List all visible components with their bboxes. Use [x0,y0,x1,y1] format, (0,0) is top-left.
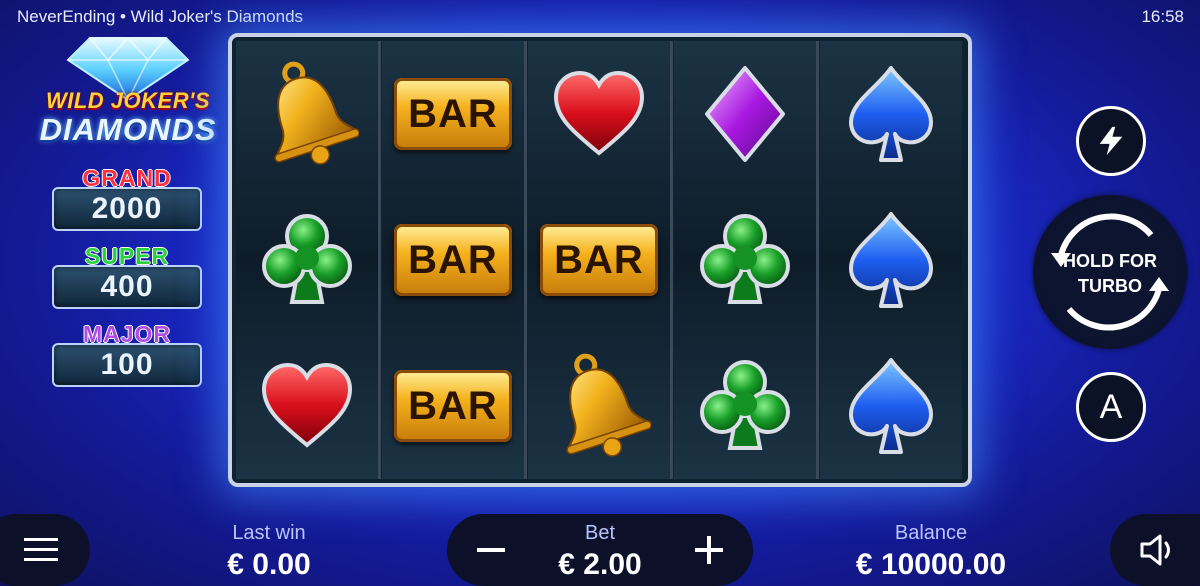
bet-value: € 2.00 [558,548,642,581]
club-icon [262,214,352,304]
balance-label: Balance [894,522,968,544]
reel-separator [378,41,381,479]
jackpot-grand: GRAND 2000 [52,165,202,231]
reel-3: BAR [528,41,670,479]
menu-button[interactable] [0,514,90,586]
symbol-heart [528,41,670,187]
autoplay-button[interactable]: A [1076,372,1146,442]
jackpot-major-value: 100 [52,343,202,387]
hamburger-icon [24,538,58,561]
spade-icon [849,358,933,454]
game-logo: WILD JOKER'S DIAMONDS [28,30,228,150]
lightning-icon [1099,126,1123,156]
jackpot-super: SUPER 400 [52,243,202,309]
spin-label-line2: TURBO [1078,276,1142,296]
symbol-spade [820,187,962,333]
bar-symbol: BAR [394,370,512,442]
bell-icon [566,353,651,457]
symbol-club [674,187,816,333]
symbol-spade [820,333,962,479]
last-win-label: Last win [232,522,306,544]
logo-line2: DIAMONDS [39,112,217,147]
spin-button[interactable]: HOLD FOR TURBO [1033,195,1187,349]
reel-area: BAR BAR BAR BAR [228,33,972,487]
reel-separator [670,41,673,479]
speaker-icon [1140,534,1170,566]
symbol-club [236,187,378,333]
reel-4 [674,41,816,479]
autoplay-label: A [1099,387,1123,426]
jackpot-super-value: 400 [52,265,202,309]
symbol-bell [236,41,378,187]
last-win-value: € 0.00 [227,548,311,581]
spin-label-line1: HOLD FOR [1063,251,1157,271]
jackpot-grand-value: 2000 [52,187,202,231]
symbol-diamond [674,41,816,187]
diamond-suit-icon [705,66,785,162]
plus-icon [695,536,723,564]
reel-1 [236,41,378,479]
symbol-bar: BAR [382,187,524,333]
sound-button[interactable] [1110,514,1200,586]
status-bar: NeverEnding • Wild Joker's Diamonds 16:5… [0,0,1200,34]
clock: 16:58 [1141,7,1184,26]
bet-increase-button[interactable] [689,530,729,570]
bar-symbol: BAR [394,224,512,296]
balance-value: € 10000.00 [855,548,1007,581]
bar-symbol-label: BAR [408,91,498,136]
heart-icon [553,70,645,156]
spin-label: HOLD FOR TURBO [1033,249,1187,299]
club-icon [700,214,790,304]
bar-symbol: BAR [394,78,512,150]
reel-separator [524,41,527,479]
bar-symbol-label: BAR [554,237,644,282]
club-icon [700,360,790,450]
bell-icon [274,61,359,165]
symbol-bar: BAR [528,187,670,333]
symbol-bar: BAR [382,41,524,187]
symbol-club [674,333,816,479]
symbol-bar: BAR [382,333,524,479]
symbol-heart [236,333,378,479]
bet-label: Bet [584,522,616,544]
bet-control: Bet € 2.00 [447,514,753,586]
logo-line1: WILD JOKER'S [45,88,211,113]
bar-symbol-label: BAR [408,383,498,428]
spade-icon [849,212,933,308]
bar-symbol-label: BAR [408,237,498,282]
minus-icon [477,548,505,552]
spade-icon [849,66,933,162]
symbol-spade [820,41,962,187]
turbo-button[interactable] [1076,106,1146,176]
reel-5 [820,41,962,479]
symbol-bell [528,333,670,479]
bar-symbol: BAR [540,224,658,296]
bet-decrease-button[interactable] [471,530,511,570]
jackpot-major: MAJOR 100 [52,321,202,387]
app-title: NeverEnding • Wild Joker's Diamonds [17,7,304,26]
reel-2: BAR BAR BAR [382,41,524,479]
heart-icon [261,362,353,448]
reel-separator [816,41,819,479]
